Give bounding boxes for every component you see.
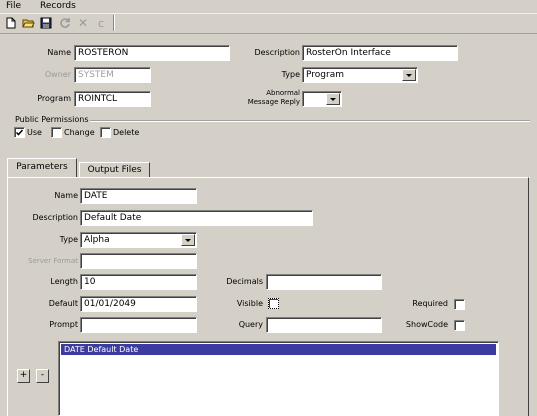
type-label: Type [281, 70, 300, 79]
list-item[interactable]: DATE Default Date [61, 344, 496, 355]
prompt-field[interactable] [80, 317, 197, 333]
length-field[interactable]: 10 [80, 274, 197, 290]
default-field[interactable]: 01/01/2049 [80, 296, 197, 312]
delete-label: Delete [113, 128, 140, 137]
parameter-list[interactable]: DATE Default Date [58, 341, 499, 416]
showcode-label: ShowCode [405, 320, 448, 329]
menu-bar [0, 0, 537, 13]
param-description-field[interactable]: Default Date [80, 210, 313, 226]
description-label: Description [254, 48, 300, 57]
visible-label: Visible [236, 299, 263, 308]
name-label: Name [47, 48, 71, 57]
chevron-down-icon[interactable] [402, 69, 416, 81]
toolbar-separator [113, 15, 115, 31]
remove-parameter-button[interactable]: - [36, 369, 49, 383]
add-parameter-button[interactable]: + [17, 369, 30, 383]
open-folder-icon[interactable] [20, 15, 36, 31]
param-type-label: Type [59, 235, 78, 244]
owner-label: Owner [44, 70, 71, 79]
description-field[interactable]: RosterOn Interface [302, 45, 458, 61]
abnormal-reply-select[interactable] [302, 91, 342, 107]
visible-checkbox[interactable] [268, 298, 279, 309]
abnormal-label-line1: Abnormal [266, 89, 300, 97]
decimals-label: Decimals [226, 277, 263, 286]
use-checkbox[interactable] [14, 127, 25, 138]
use-label: Use [27, 128, 42, 137]
default-label: Default [48, 299, 78, 308]
type-select-value: Program [306, 70, 344, 80]
floppy-disk-icon[interactable] [38, 15, 54, 31]
server-format-label: Server Format [28, 257, 78, 265]
tab-output-files[interactable]: Output Files [79, 162, 150, 178]
param-name-field[interactable]: DATE [80, 188, 197, 204]
new-document-icon[interactable] [3, 15, 19, 31]
permissions-divider [90, 120, 530, 122]
delete-checkbox[interactable] [100, 127, 111, 138]
change-checkbox[interactable] [51, 127, 62, 138]
type-select[interactable]: Program [302, 67, 418, 83]
param-type-select[interactable]: Alpha [80, 232, 197, 248]
chevron-down-icon[interactable] [326, 93, 340, 105]
owner-field: SYSTEM [74, 67, 151, 83]
query-field[interactable] [266, 317, 382, 333]
x-delete-icon[interactable]: ✕ [75, 15, 91, 31]
chevron-down-icon[interactable] [181, 234, 195, 246]
refresh-icon[interactable] [57, 15, 73, 31]
permissions-title: Public Permissions [15, 115, 89, 124]
param-description-label: Description [32, 213, 78, 222]
program-field[interactable]: ROINTCL [74, 91, 151, 107]
change-label: Change [64, 128, 95, 137]
c-cancel-icon[interactable]: c [93, 15, 109, 31]
tab-parameters[interactable]: Parameters [7, 158, 77, 178]
server-format-field[interactable] [80, 253, 197, 269]
menu-file[interactable]: File [6, 0, 21, 13]
name-field[interactable]: ROSTERON [74, 45, 230, 61]
showcode-checkbox[interactable] [454, 320, 465, 331]
decimals-field[interactable] [266, 274, 382, 290]
prompt-label: Prompt [49, 320, 78, 329]
param-type-value: Alpha [84, 235, 110, 245]
abnormal-reply-label: Abnormal Message Reply [215, 89, 300, 107]
param-name-label: Name [54, 191, 78, 200]
abnormal-label-line2: Message Reply [247, 98, 300, 106]
required-label: Required [412, 299, 448, 308]
program-label: Program [37, 94, 71, 103]
length-label: Length [50, 277, 78, 286]
query-label: Query [238, 320, 263, 329]
required-checkbox[interactable] [454, 299, 465, 310]
menu-records[interactable]: Records [40, 0, 76, 13]
